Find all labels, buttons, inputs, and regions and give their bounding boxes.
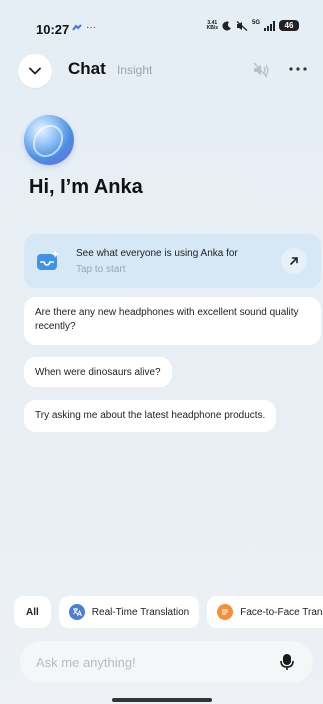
chat-screen: 10:27 ··· 3.41 KB/s 5G 46 Chat Insight H… bbox=[0, 0, 323, 704]
header: Chat Insight bbox=[0, 50, 323, 90]
app-notification-icon bbox=[72, 23, 82, 31]
speaker-muted-icon bbox=[253, 62, 269, 78]
signal-icon bbox=[264, 20, 275, 31]
feature-open-button[interactable] bbox=[281, 248, 307, 274]
quick-chips: All Real-Time Translation Face-to-Face T… bbox=[14, 596, 323, 628]
chevron-down-icon bbox=[29, 67, 41, 75]
status-time: 10:27 bbox=[36, 22, 70, 37]
page-title: Chat bbox=[68, 59, 106, 78]
signal-label: 5G bbox=[251, 20, 260, 26]
voice-input-button[interactable] bbox=[277, 652, 297, 672]
chat-input-bar bbox=[20, 641, 313, 683]
conversation-icon bbox=[217, 604, 234, 620]
status-extra: ··· bbox=[86, 22, 96, 33]
net-speed: 3.41 KB/s bbox=[206, 20, 218, 31]
home-indicator[interactable] bbox=[112, 698, 212, 702]
chip-face-label: Face-to-Face Translat bbox=[240, 606, 323, 618]
status-left-icons: ··· bbox=[72, 22, 96, 33]
microphone-icon bbox=[280, 654, 294, 670]
arrow-up-right-icon bbox=[290, 257, 298, 265]
chip-all-label: All bbox=[26, 606, 39, 618]
more-dots-icon bbox=[289, 67, 307, 71]
chip-translation-label: Real-Time Translation bbox=[91, 606, 190, 618]
greeting-heading: Hi, I’m Anka bbox=[29, 176, 143, 198]
suggestion-item[interactable]: Are there any new headphones with excell… bbox=[24, 297, 321, 345]
suggestion-item[interactable]: When were dinosaurs alive? bbox=[24, 357, 172, 387]
collapse-button[interactable] bbox=[18, 54, 52, 88]
page-subtitle-insight[interactable]: Insight bbox=[117, 63, 152, 77]
suggestion-item[interactable]: Try asking me about the latest headphone… bbox=[24, 400, 277, 432]
net-speed-unit: KB/s bbox=[206, 24, 218, 31]
battery-icon: 46 bbox=[279, 20, 299, 31]
feature-card[interactable]: See what everyone is using Anka for Tap … bbox=[24, 234, 321, 288]
chat-input[interactable] bbox=[36, 654, 277, 670]
feature-card-title: See what everyone is using Anka for bbox=[76, 248, 238, 259]
chip-real-time-translation[interactable]: Real-Time Translation bbox=[58, 596, 200, 628]
moon-icon bbox=[222, 21, 231, 31]
mute-status-icon bbox=[236, 20, 248, 31]
assistant-avatar bbox=[24, 115, 74, 165]
more-options-button[interactable] bbox=[287, 58, 309, 80]
feature-card-subtitle: Tap to start bbox=[76, 264, 126, 275]
mute-button[interactable] bbox=[251, 60, 271, 80]
translate-icon bbox=[68, 604, 85, 620]
chip-face-to-face-translation[interactable]: Face-to-Face Translat bbox=[207, 596, 323, 628]
inbox-sparkle-icon bbox=[37, 250, 59, 270]
status-right-icons: 3.41 KB/s 5G 46 bbox=[207, 20, 299, 31]
status-bar: 10:27 ··· 3.41 KB/s 5G 46 bbox=[0, 0, 323, 40]
chip-all[interactable]: All bbox=[14, 596, 51, 628]
